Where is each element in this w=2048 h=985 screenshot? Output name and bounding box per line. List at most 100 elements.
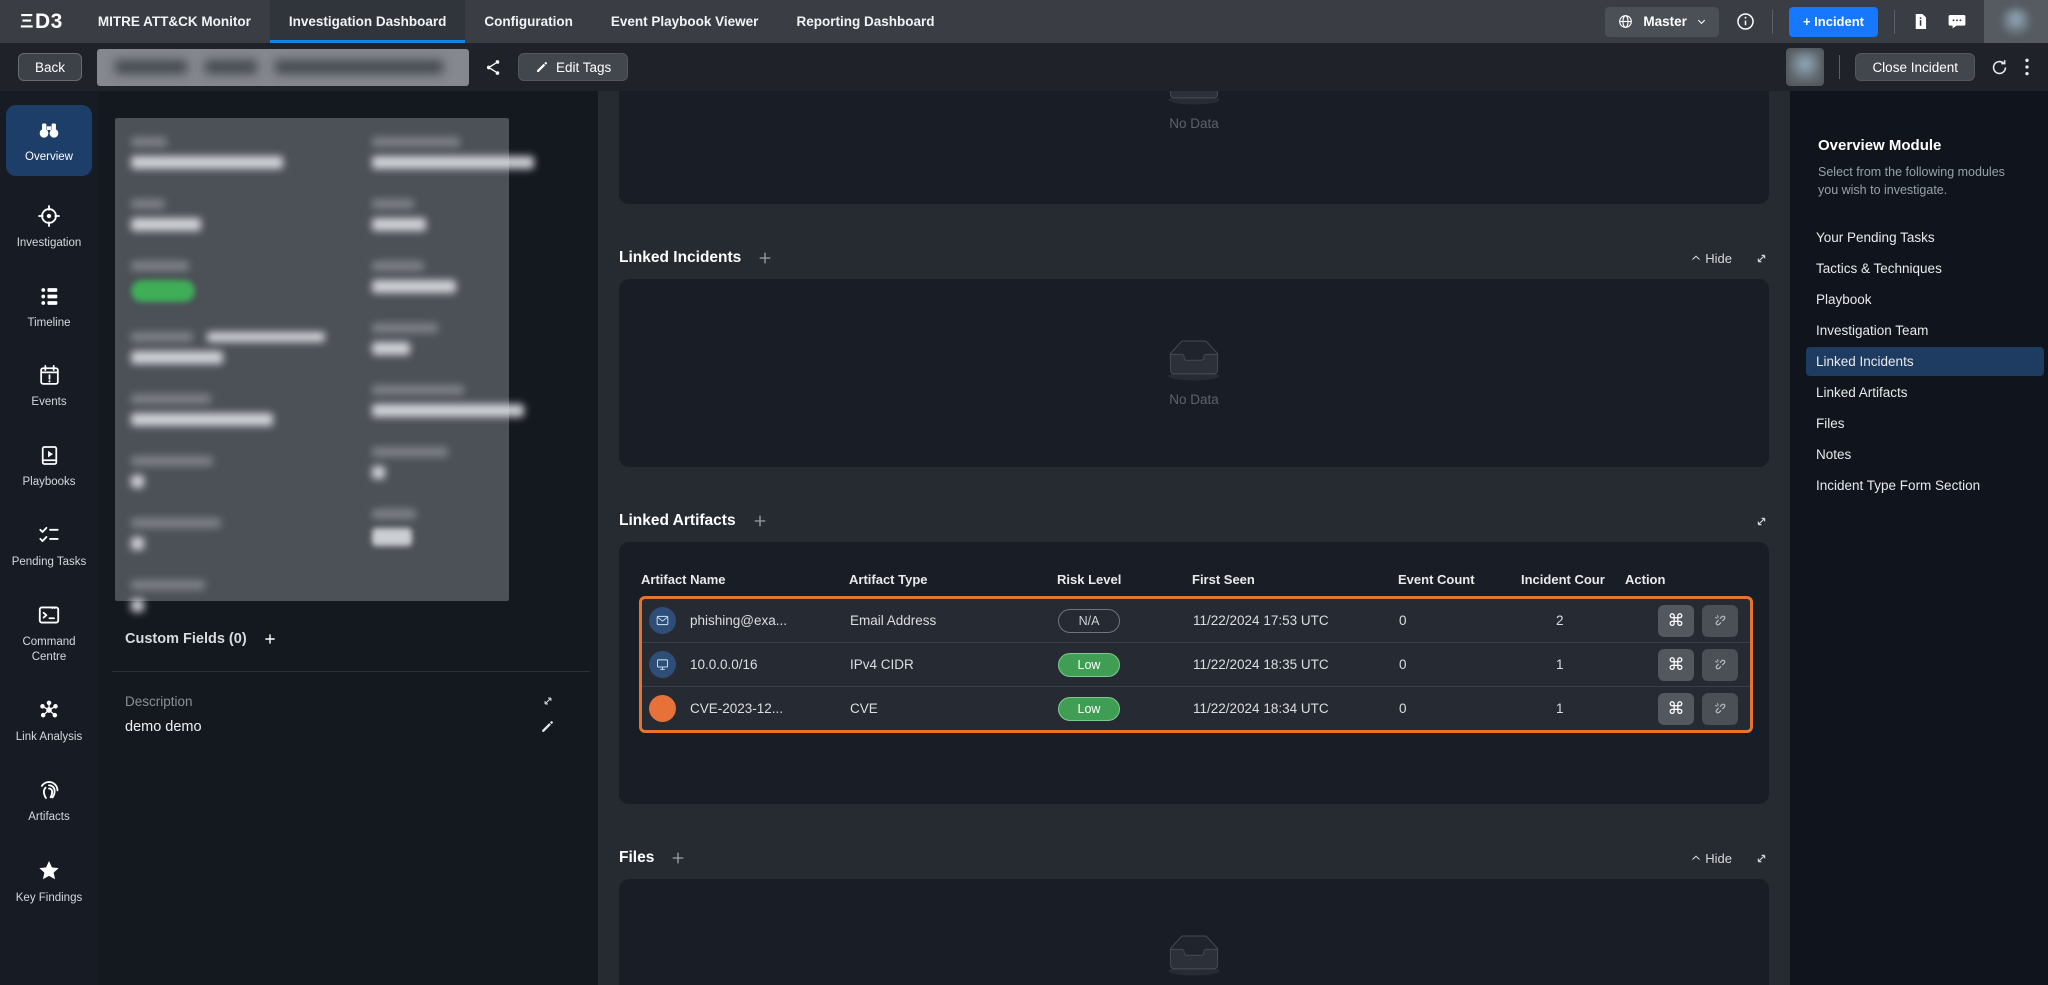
sidebar-item-link-analysis[interactable]: Link Analysis (6, 691, 92, 750)
column-header: Risk Level (1057, 572, 1192, 587)
tab-event-playbook-viewer[interactable]: Event Playbook Viewer (592, 0, 778, 43)
description-label: Description (125, 694, 193, 709)
sidebar-item-label: Command Centre (6, 635, 92, 664)
sidebar-item-events[interactable]: Events (6, 357, 92, 415)
add-file-icon[interactable] (670, 850, 686, 866)
event-count: 0 (1399, 701, 1522, 716)
hide-section-control[interactable]: Hide (1690, 851, 1732, 866)
star-icon (36, 858, 62, 884)
expand-icon[interactable] (541, 694, 555, 708)
unlink-artifact-button[interactable] (1702, 605, 1738, 637)
artifact-row[interactable]: CVE-2023-12...CVELow11/22/2024 18:34 UTC… (642, 686, 1750, 730)
new-incident-button[interactable]: + Incident (1789, 7, 1878, 37)
email-icon (649, 607, 676, 634)
d3-logo-mark: Ξ (20, 10, 34, 32)
incident-toolbar: Back Edit Tags Close Incident (0, 43, 2048, 91)
module-item-notes[interactable]: Notes (1806, 440, 2044, 469)
redacted-column (372, 137, 534, 582)
scrolled-module-card: No Data (619, 91, 1769, 204)
action-cell: ⌘ (1626, 693, 1750, 725)
run-command-button[interactable]: ⌘ (1658, 605, 1694, 637)
module-item-investigation-team[interactable]: Investigation Team (1806, 316, 2044, 345)
sidebar-item-artifacts[interactable]: Artifacts (6, 771, 92, 830)
empty-inbox-icon (1161, 91, 1227, 106)
sidebar-item-label: Key Findings (16, 891, 82, 905)
sidebar-item-label: Investigation (17, 236, 82, 250)
incident-details-panel: Custom Fields (0) Description demo demo (98, 91, 598, 985)
risk-badge: N/A (1058, 609, 1120, 633)
command-icon: ⌘ (1668, 699, 1685, 719)
risk-badge: Low (1058, 653, 1120, 677)
kebab-menu-icon[interactable] (2024, 57, 2030, 77)
sidebar-item-overview[interactable]: Overview (6, 105, 92, 176)
redacted-field (372, 199, 534, 231)
divider (1772, 10, 1773, 34)
refresh-icon[interactable] (1990, 58, 2009, 77)
artifact-row[interactable]: 10.0.0.0/16IPv4 CIDRLow11/22/2024 18:35 … (642, 642, 1750, 686)
column-header: Artifact Name (641, 572, 849, 587)
overview-module-content: No Data Linked Incidents Hide No Data Li… (598, 91, 1790, 985)
sidebar-subtitle: Select from the following modules you wi… (1818, 163, 2018, 199)
edit-tags-button[interactable]: Edit Tags (518, 53, 628, 81)
share-icon[interactable] (484, 58, 503, 77)
module-item-playbook[interactable]: Playbook (1806, 285, 2044, 314)
tab-mitre-att-ck-monitor[interactable]: MITRE ATT&CK Monitor (79, 0, 270, 43)
module-list: Your Pending TasksTactics & TechniquesPl… (1818, 223, 2030, 500)
close-incident-button[interactable]: Close Incident (1855, 53, 1975, 81)
back-button[interactable]: Back (18, 53, 82, 81)
expand-section-icon[interactable] (1754, 851, 1769, 866)
sidebar-item-playbooks[interactable]: Playbooks (6, 437, 92, 495)
assignee-avatar[interactable] (1786, 48, 1824, 86)
release-notes-icon[interactable] (1911, 11, 1930, 32)
module-item-incident-type-form-section[interactable]: Incident Type Form Section (1806, 471, 2044, 500)
expand-section-icon[interactable] (1754, 251, 1769, 266)
add-linked-artifact-icon[interactable] (752, 513, 768, 529)
module-item-linked-incidents[interactable]: Linked Incidents (1806, 347, 2044, 376)
tab-investigation-dashboard[interactable]: Investigation Dashboard (270, 0, 466, 43)
tab-reporting-dashboard[interactable]: Reporting Dashboard (777, 0, 953, 43)
unlink-artifact-button[interactable] (1702, 649, 1738, 681)
column-header: Incident Cour (1521, 572, 1625, 587)
add-linked-incident-icon[interactable] (757, 250, 773, 266)
action-cell: ⌘ (1626, 605, 1750, 637)
tenant-label: Master (1643, 14, 1687, 29)
first-seen: 11/22/2024 18:34 UTC (1193, 701, 1399, 716)
risk-badge: Low (1058, 697, 1120, 721)
unlink-artifact-button[interactable] (1702, 693, 1738, 725)
edit-description-pencil-icon[interactable] (540, 719, 555, 734)
module-item-tactics-techniques[interactable]: Tactics & Techniques (1806, 254, 2044, 283)
sidebar-item-investigation[interactable]: Investigation (6, 197, 92, 256)
redacted-field (131, 518, 325, 550)
linked-incidents-card: No Data (619, 279, 1769, 467)
sidebar-item-timeline[interactable]: Timeline (6, 278, 92, 336)
module-item-your-pending-tasks[interactable]: Your Pending Tasks (1806, 223, 2044, 252)
empty-inbox-icon (1161, 935, 1227, 977)
top-nav-right: Master + Incident (1605, 0, 2048, 43)
artifact-row[interactable]: phishing@exa...Email AddressN/A11/22/202… (642, 599, 1750, 642)
globe-icon (1617, 13, 1634, 30)
terminal-icon (36, 602, 62, 628)
sidebar-item-command-centre[interactable]: Command Centre (6, 596, 92, 670)
sidebar-item-label: Pending Tasks (12, 555, 87, 569)
sidebar-item-pending-tasks[interactable]: Pending Tasks (6, 516, 92, 575)
sidebar-item-label: Overview (25, 150, 73, 164)
hide-section-control[interactable]: Hide (1690, 251, 1732, 266)
module-item-linked-artifacts[interactable]: Linked Artifacts (1806, 378, 2044, 407)
sidebar-item-key-findings[interactable]: Key Findings (6, 852, 92, 911)
overview-module-sidebar: Overview Module Select from the followin… (1790, 91, 2048, 985)
add-custom-field-icon[interactable] (263, 632, 277, 646)
expand-section-icon[interactable] (1754, 514, 1769, 529)
module-item-files[interactable]: Files (1806, 409, 2044, 438)
custom-fields-label: Custom Fields (0) (125, 631, 247, 647)
info-icon[interactable] (1735, 11, 1756, 32)
run-command-button[interactable]: ⌘ (1658, 693, 1694, 725)
event-count: 0 (1399, 613, 1522, 628)
tenant-selector[interactable]: Master (1605, 7, 1719, 37)
chat-icon[interactable] (1946, 11, 1968, 32)
user-avatar[interactable] (1984, 0, 2048, 43)
artifacts-highlighted-rows: phishing@exa...Email AddressN/A11/22/202… (639, 596, 1753, 733)
run-command-button[interactable]: ⌘ (1658, 649, 1694, 681)
caret-up-icon (1690, 852, 1702, 864)
sidebar-item-label: Timeline (27, 316, 70, 330)
tab-configuration[interactable]: Configuration (465, 0, 591, 43)
